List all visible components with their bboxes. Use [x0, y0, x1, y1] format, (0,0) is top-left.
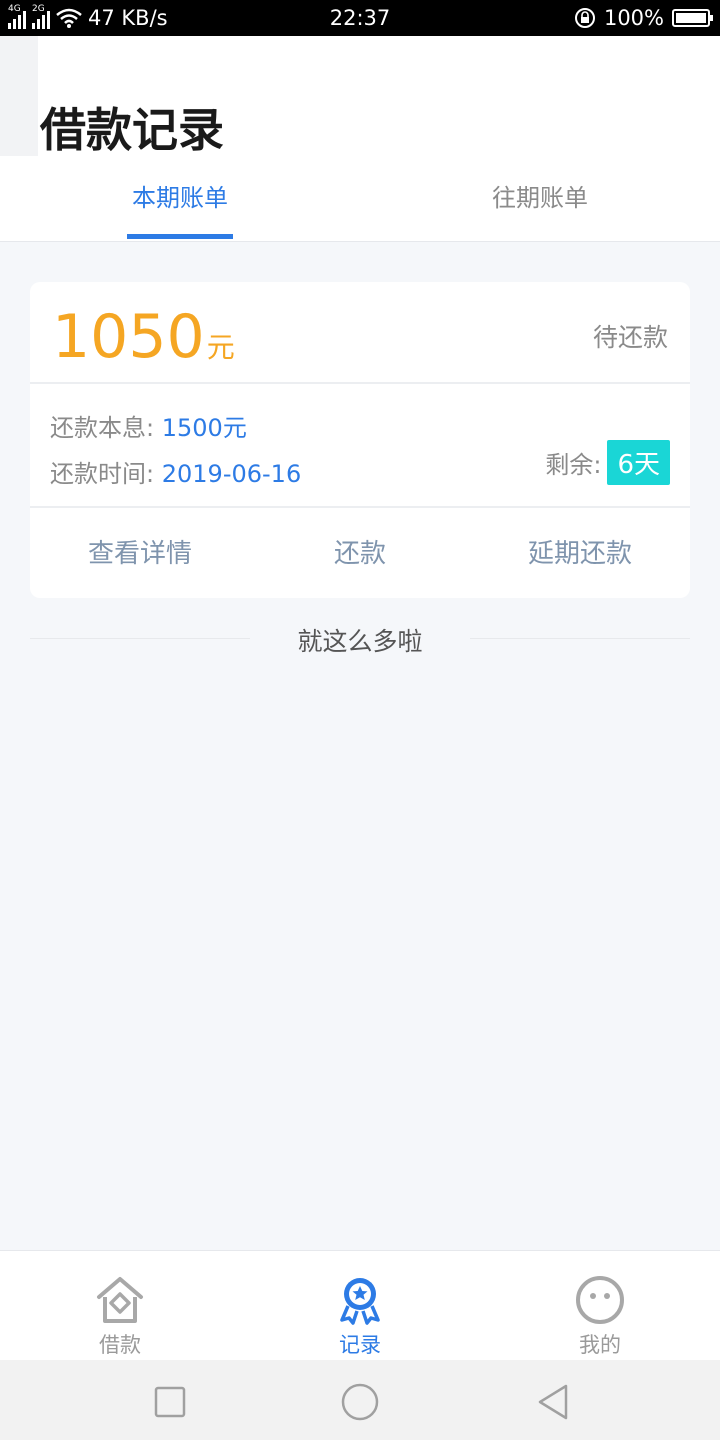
amount-value: 1050 — [52, 302, 205, 372]
card-divider — [30, 382, 690, 384]
back-triangle-icon[interactable] — [532, 1380, 576, 1424]
battery-percent: 100% — [603, 6, 664, 30]
due-date-value: 2019-06-16 — [161, 460, 302, 488]
nav-item-loan[interactable]: 借款 — [0, 1251, 240, 1361]
amount-unit: 元 — [206, 331, 235, 364]
ribbon-medal-icon — [340, 1278, 380, 1325]
due-date-row: 还款时间: 2019-06-16 — [50, 454, 301, 489]
remaining-days: 剩余: 6天 — [545, 440, 670, 485]
recent-apps-icon[interactable] — [148, 1380, 192, 1424]
end-hint-text: 就这么多啦 — [297, 627, 423, 656]
repay-button[interactable]: 还款 — [250, 510, 470, 598]
nav-label-mine: 我的 — [579, 1333, 621, 1357]
remaining-days-badge: 6天 — [607, 440, 670, 485]
tab-past-bills[interactable]: 往期账单 — [410, 166, 670, 242]
network-speed: 47 KB/s — [88, 6, 168, 30]
face-icon — [576, 1276, 624, 1324]
network-type-1: 4G — [8, 4, 21, 14]
nav-item-records[interactable]: 记录 — [240, 1251, 480, 1361]
network-type-2: 2G — [32, 4, 45, 14]
end-of-list-hint: 就这么多啦 — [30, 616, 690, 662]
signal-2g-icon: 2G — [32, 4, 50, 29]
page-title: 借款记录 — [40, 103, 224, 157]
battery-fill — [676, 13, 706, 23]
home-circle-icon[interactable] — [338, 1380, 382, 1424]
status-left: 4G 2G 47 KB/s — [8, 0, 168, 36]
status-right: 100% — [574, 0, 713, 36]
bill-card: 1050元 待还款 还款本息: 1500元 还款时间: 2019-06-16 剩… — [30, 282, 690, 598]
nav-label-records: 记录 — [339, 1333, 381, 1357]
nav-label-loan: 借款 — [99, 1333, 141, 1357]
principal-row: 还款本息: 1500元 — [50, 408, 247, 443]
remaining-label: 剩余: — [545, 451, 602, 479]
tab-current-bill[interactable]: 本期账单 — [50, 166, 310, 242]
bill-status: 待还款 — [592, 323, 668, 352]
active-tab-indicator — [127, 234, 233, 239]
principal-value: 1500元 — [161, 414, 247, 442]
system-navigation-bar — [0, 1360, 720, 1440]
card-divider — [30, 506, 690, 508]
bottom-tab-bar: 借款 记录 我的 — [0, 1250, 720, 1360]
bill-amount: 1050元 — [52, 302, 235, 372]
view-details-button[interactable]: 查看详情 — [30, 510, 250, 598]
house-icon — [97, 1277, 143, 1323]
wifi-icon — [56, 8, 82, 28]
extend-repay-button[interactable]: 延期还款 — [470, 510, 690, 598]
page-header: 借款记录 本期账单 往期账单 — [0, 36, 720, 242]
header-left-strip — [0, 36, 38, 156]
status-bar: 4G 2G 47 KB/s 22:37 100% — [0, 0, 720, 36]
nav-item-mine[interactable]: 我的 — [480, 1251, 720, 1361]
signal-4g-icon: 4G — [8, 4, 26, 29]
due-date-label: 还款时间: — [50, 460, 155, 488]
principal-label: 还款本息: — [50, 414, 155, 442]
rotation-lock-icon — [574, 8, 595, 28]
battery-icon — [672, 9, 713, 27]
